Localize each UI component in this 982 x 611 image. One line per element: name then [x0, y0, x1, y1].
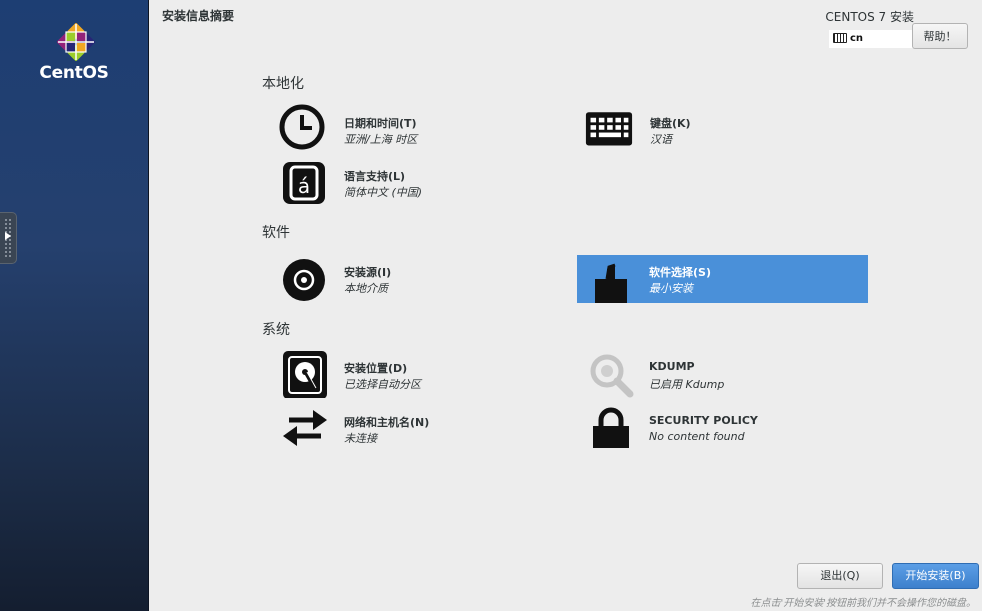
spoke-title: 软件选择(S) — [649, 266, 711, 279]
spoke-security-policy[interactable]: SECURITY POLICY No content found — [578, 404, 868, 452]
page-title: 安装信息摘要 — [162, 9, 235, 23]
quit-button[interactable]: 退出(Q) — [797, 563, 883, 589]
begin-installation-button[interactable]: 开始安装(B) — [892, 563, 979, 589]
spoke-title: 安装源(I) — [344, 266, 392, 279]
spoke-title: 日期和时间(T) — [344, 117, 417, 130]
language-icon: á — [283, 162, 325, 204]
optical-disc-icon — [283, 259, 325, 301]
spoke-status: 本地介质 — [344, 282, 388, 295]
spoke-language[interactable]: á 语言支持(L) 简体中文 (中国) — [272, 156, 562, 204]
spoke-status: 已启用 Kdump — [649, 378, 725, 391]
search-icon — [590, 354, 634, 398]
spoke-datetime[interactable]: 日期和时间(T) 亚洲/上海 时区 — [272, 103, 562, 151]
spoke-status: 最小安装 — [649, 282, 693, 295]
keyboard-icon — [585, 112, 633, 146]
expand-arrow-icon — [5, 232, 11, 240]
spoke-title: 语言支持(L) — [344, 170, 406, 183]
package-icon — [595, 263, 627, 303]
category-system: 系统 — [262, 322, 290, 338]
spoke-installation-destination[interactable]: 安装位置(D) 已选择自动分区 — [272, 350, 562, 398]
spoke-title: 网络和主机名(N) — [344, 416, 430, 429]
network-arrows-icon — [283, 410, 327, 446]
centos-logo-text: CentOS — [39, 63, 109, 83]
sidebar-handle[interactable] — [0, 212, 17, 264]
hard-disk-icon — [283, 351, 327, 398]
spoke-status: 已选择自动分区 — [344, 378, 421, 391]
lock-icon — [593, 407, 629, 448]
keyboard-small-icon — [833, 33, 847, 43]
help-button[interactable]: 帮助！ — [912, 23, 968, 49]
product-title: CENTOS 7 安装 — [825, 10, 914, 24]
spoke-network-hostname[interactable]: 网络和主机名(N) 未连接 — [272, 404, 562, 452]
category-software: 软件 — [262, 225, 290, 241]
spoke-software-selection[interactable]: 软件选择(S) 最小安装 — [577, 255, 868, 303]
keyboard-layout-label: cn — [850, 33, 864, 44]
centos-logo-icon — [57, 23, 95, 61]
spoke-installation-source[interactable]: 安装源(I) 本地介质 — [272, 255, 562, 303]
spoke-kdump[interactable]: KDUMP 已启用 Kdump — [578, 350, 868, 398]
spoke-status: 简体中文 (中国) — [344, 186, 423, 199]
svg-text:á: á — [298, 174, 310, 198]
spoke-title: 键盘(K) — [650, 117, 691, 130]
spoke-title: KDUMP — [649, 360, 695, 373]
spoke-title: SECURITY POLICY — [649, 414, 758, 427]
spoke-status: 汉语 — [650, 133, 672, 146]
spoke-status: No content found — [649, 430, 745, 443]
sidebar: CentOS — [0, 0, 149, 611]
spoke-status: 亚洲/上海 时区 — [344, 133, 418, 146]
spoke-keyboard[interactable]: 键盘(K) 汉语 — [578, 103, 868, 151]
keyboard-layout-indicator[interactable]: cn — [829, 30, 913, 48]
spoke-title: 安装位置(D) — [344, 362, 408, 375]
spoke-status: 未连接 — [344, 432, 377, 445]
footer-note: 在点击'开始安装'按钮前我们并不会操作您的磁盘。 — [750, 598, 977, 609]
category-localization: 本地化 — [262, 76, 304, 92]
clock-icon — [279, 104, 325, 150]
